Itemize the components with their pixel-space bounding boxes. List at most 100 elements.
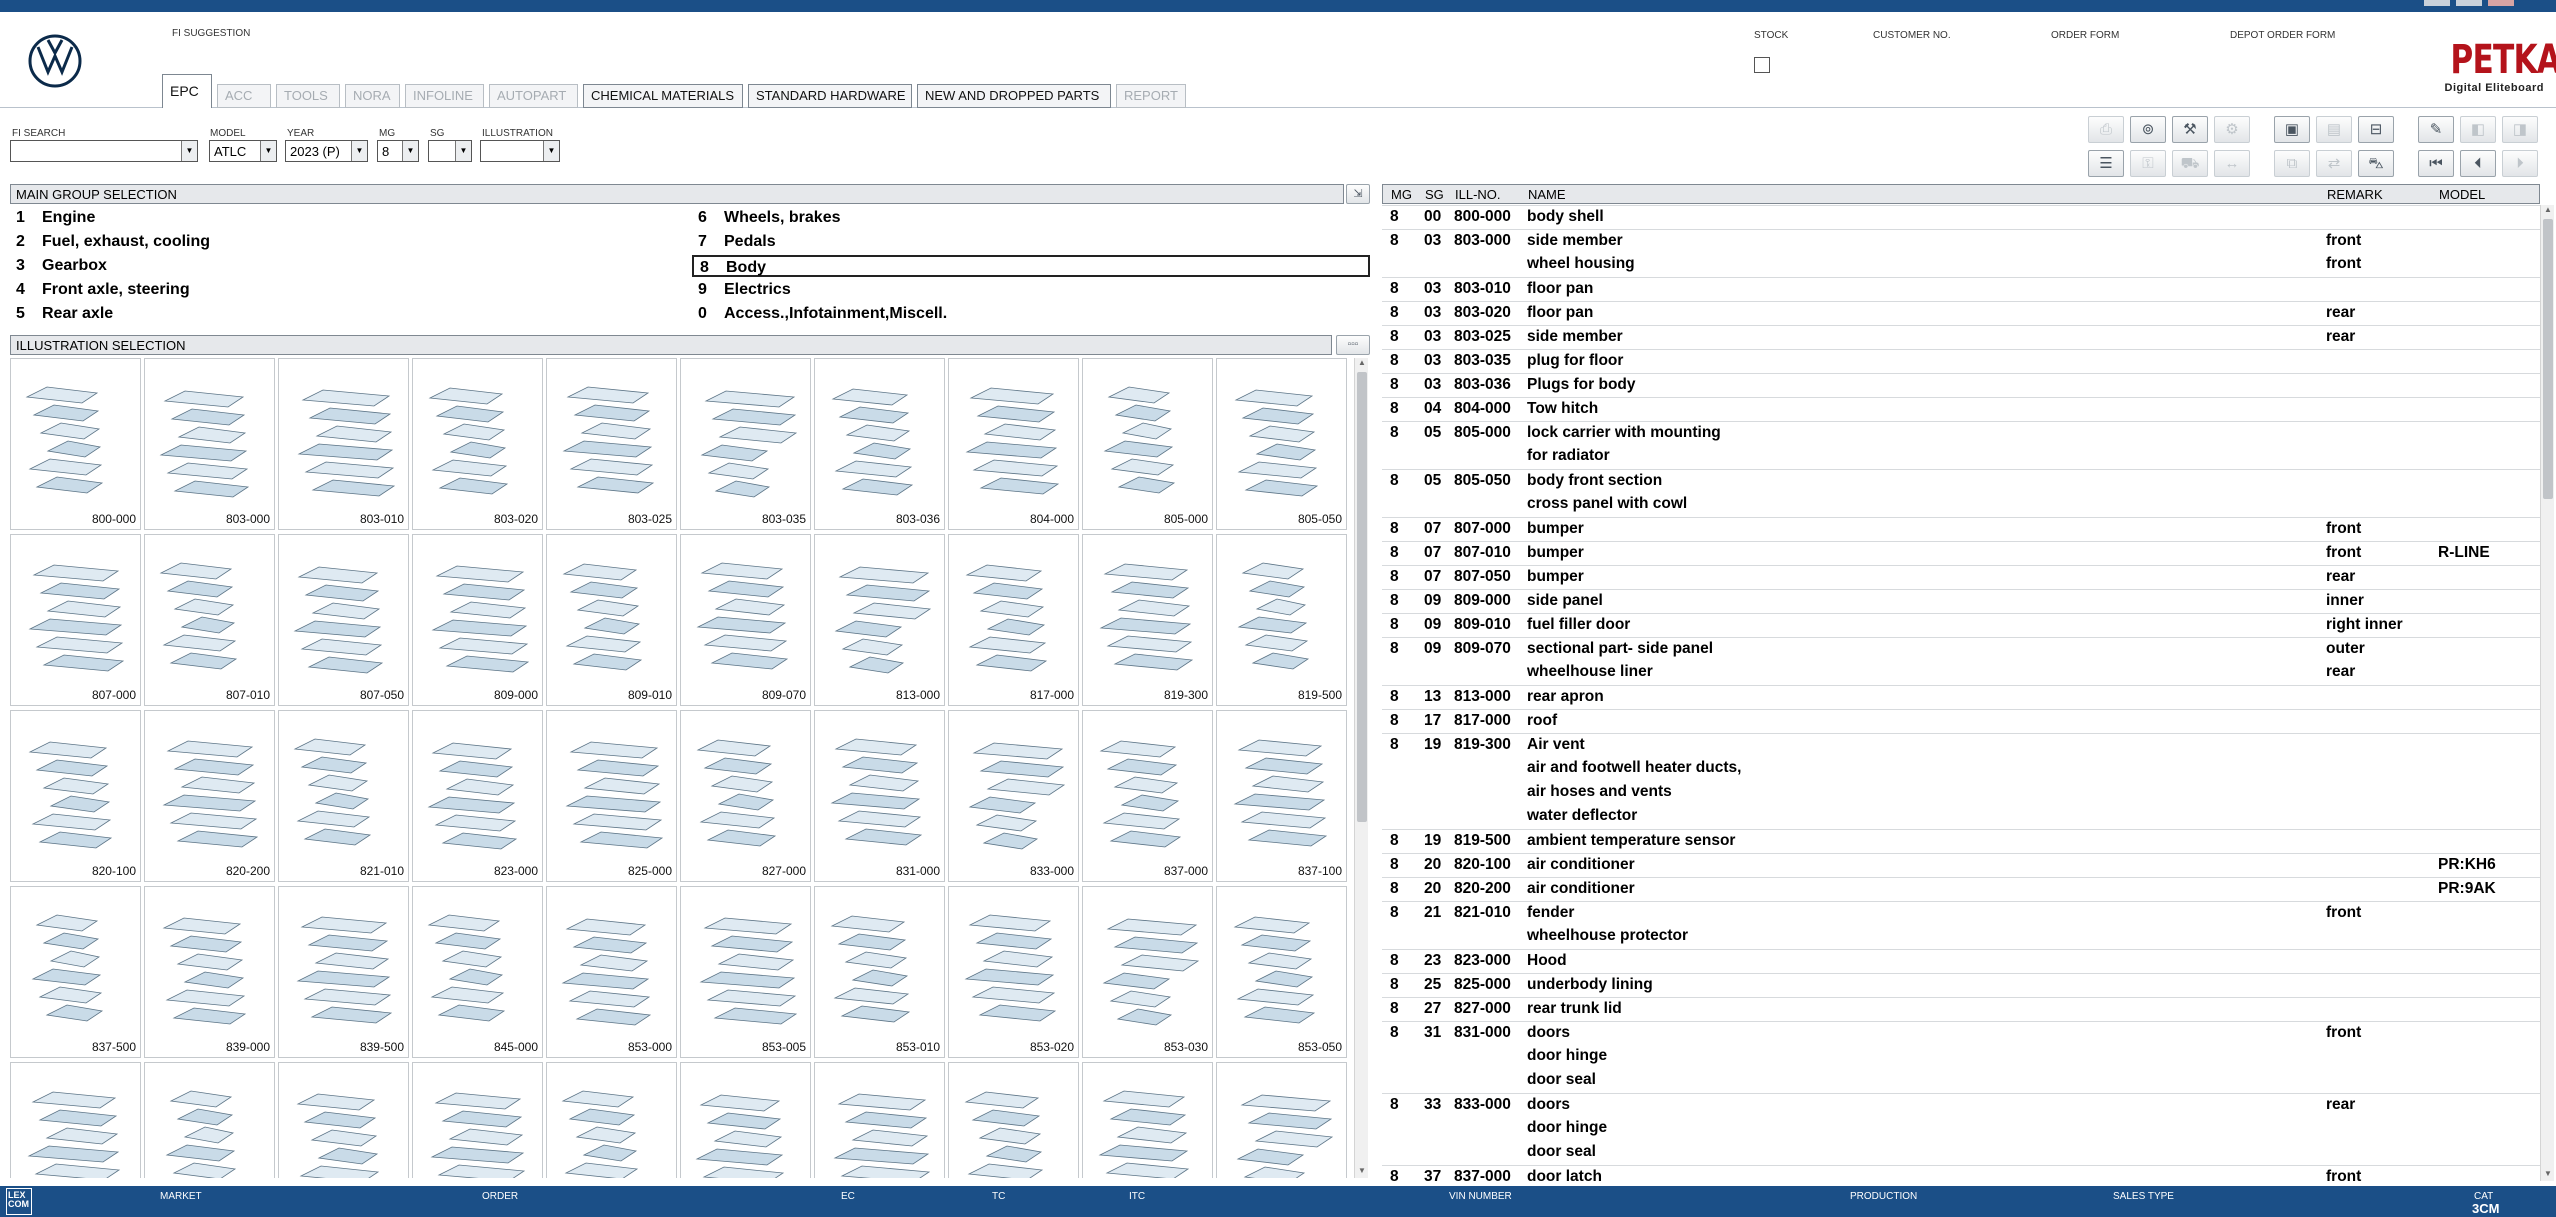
chevron-down-icon[interactable]: ▼	[455, 141, 471, 161]
illustration-thumbnail[interactable]: 819-300	[1082, 534, 1213, 706]
parts-table-row[interactable]: 8 27 827-000 rear trunk lid	[1382, 997, 2540, 1021]
parts-table-row[interactable]: wheelhouse protector	[1382, 925, 2540, 949]
main-group-item[interactable]: 3 Gearbox	[10, 255, 692, 277]
parts-table-row[interactable]: 8 03 803-025 side member rear	[1382, 325, 2540, 349]
col-name[interactable]: NAME	[1528, 187, 1566, 202]
col-ill-no[interactable]: ILL-NO.	[1455, 187, 1501, 202]
tab-epc[interactable]: EPC	[162, 74, 212, 108]
chevron-down-icon[interactable]: ▼	[351, 141, 367, 161]
first-record-icon[interactable]: ⏮	[2418, 150, 2454, 177]
illustration-thumbnail[interactable]	[278, 1062, 409, 1178]
pin-icon[interactable]: ✎	[2418, 116, 2454, 143]
illustration-thumbnail[interactable]: 845-000	[412, 886, 543, 1058]
tab-nora[interactable]: NORA	[345, 84, 400, 108]
mg-select[interactable]: 8 ▼	[377, 140, 419, 162]
illustration-thumbnail[interactable]: 809-070	[680, 534, 811, 706]
collapse-icon[interactable]: ⇲	[1346, 184, 1370, 204]
exchange-icon[interactable]: ⇄	[2316, 150, 2352, 177]
parts-table-row[interactable]: wheel housing front	[1382, 253, 2540, 277]
tab-acc[interactable]: ACC	[217, 84, 271, 108]
parts-table-row[interactable]: 8 00 800-000 body shell	[1382, 205, 2540, 229]
illustration-thumbnail[interactable]: 853-000	[546, 886, 677, 1058]
tab-infoline[interactable]: INFOLINE	[405, 84, 484, 108]
illustration-thumbnail[interactable]: 803-035	[680, 358, 811, 530]
illustration-thumbnail[interactable]	[1082, 1062, 1213, 1178]
parts-table-row[interactable]: 8 17 817-000 roof	[1382, 709, 2540, 733]
previous-record-icon[interactable]: ⏴	[2460, 150, 2496, 177]
depot-order-form-label[interactable]: DEPOT ORDER FORM	[2230, 30, 2335, 41]
parts-table-scrollbar[interactable]: ▲ ▼	[2540, 205, 2554, 1181]
parts-table-row[interactable]: 8 03 803-010 floor pan	[1382, 277, 2540, 301]
illustration-thumbnail[interactable]: 853-030	[1082, 886, 1213, 1058]
service-icon[interactable]: ⚙	[2214, 116, 2250, 143]
main-group-item[interactable]: 9 Electrics	[692, 279, 1370, 301]
elsa-icon[interactable]: ▣	[2274, 116, 2310, 143]
main-group-item[interactable]: 5 Rear axle	[10, 303, 692, 325]
vehicle-icon[interactable]: ⛟	[2172, 150, 2208, 177]
illustration-thumbnail[interactable]: 831-000	[814, 710, 945, 882]
illustration-thumbnail[interactable]: 853-020	[948, 886, 1079, 1058]
illustration-thumbnail[interactable]: 853-005	[680, 886, 811, 1058]
main-group-item[interactable]: 1 Engine	[10, 207, 692, 229]
tab-autopart[interactable]: AUTOPART	[489, 84, 578, 108]
parts-table-row[interactable]: 8 04 804-000 Tow hitch	[1382, 397, 2540, 421]
illustration-thumbnail[interactable]: 803-020	[412, 358, 543, 530]
parts-table-row[interactable]: 8 09 809-010 fuel filler door right inner	[1382, 613, 2540, 637]
illustration-scrollbar[interactable]: ▲ ▼	[1354, 358, 1368, 1178]
illustration-thumbnail[interactable]: 839-000	[144, 886, 275, 1058]
search-parts-icon[interactable]: ⊚	[2130, 116, 2166, 143]
parts-table-row[interactable]: air hoses and vents	[1382, 781, 2540, 805]
illustration-thumbnail[interactable]: 819-500	[1216, 534, 1347, 706]
tab-standard-hardware[interactable]: STANDARD HARDWARE	[748, 84, 912, 108]
col-model[interactable]: MODEL	[2439, 187, 2485, 202]
minimize-button[interactable]	[2424, 0, 2450, 6]
illustration-thumbnail[interactable]	[546, 1062, 677, 1178]
list-view-icon[interactable]: ☰	[2088, 150, 2124, 177]
tab-tools[interactable]: TOOLS	[276, 84, 340, 108]
parts-table-row[interactable]: door hinge	[1382, 1045, 2540, 1069]
illustration-thumbnail[interactable]: 809-000	[412, 534, 543, 706]
illustration-thumbnail[interactable]: 837-100	[1216, 710, 1347, 882]
illustration-thumbnail[interactable]: 820-100	[10, 710, 141, 882]
illustration-thumbnail[interactable]: 827-000	[680, 710, 811, 882]
parts-table-row[interactable]: 8 05 805-000 lock carrier with mounting	[1382, 421, 2540, 445]
illustration-thumbnail[interactable]: 803-010	[278, 358, 409, 530]
parts-table-row[interactable]: cross panel with cowl	[1382, 493, 2540, 517]
scroll-down-icon[interactable]: ▼	[2541, 1169, 2555, 1181]
illustration-thumbnail[interactable]: 821-010	[278, 710, 409, 882]
arrow-range-icon[interactable]: ↔	[2214, 150, 2250, 177]
parts-table-row[interactable]: 8 25 825-000 underbody lining	[1382, 973, 2540, 997]
scroll-down-icon[interactable]: ▼	[1355, 1166, 1369, 1178]
compare-icon[interactable]: ⧉	[2274, 150, 2310, 177]
illustration-thumbnail[interactable]: 807-000	[10, 534, 141, 706]
parts-table-row[interactable]: 8 09 809-070 sectional part- side panel oute…	[1382, 637, 2540, 661]
order-form-label[interactable]: ORDER FORM	[2051, 30, 2119, 41]
illustration-thumbnail[interactable]: 804-000	[948, 358, 1079, 530]
parts-table-row[interactable]: 8 07 807-000 bumper front	[1382, 517, 2540, 541]
sg-select[interactable]: ▼	[428, 140, 472, 162]
grid-view-icon[interactable]: ▫▫▫	[1336, 335, 1370, 355]
parts-table-row[interactable]: door seal	[1382, 1141, 2540, 1165]
parts-table-row[interactable]: 8 21 821-010 fender front	[1382, 901, 2540, 925]
chevron-down-icon[interactable]: ▼	[260, 141, 276, 161]
parts-table-row[interactable]: 8 07 807-050 bumper rear	[1382, 565, 2540, 589]
illustration-thumbnail[interactable]: 853-050	[1216, 886, 1347, 1058]
parts-table-row[interactable]: 8 19 819-300 Air vent	[1382, 733, 2540, 757]
parts-table-row[interactable]: 8 23 823-000 Hood	[1382, 949, 2540, 973]
illustration-thumbnail[interactable]	[412, 1062, 543, 1178]
parts-table-row[interactable]: air and footwell heater ducts,	[1382, 757, 2540, 781]
illustration-thumbnail[interactable]	[680, 1062, 811, 1178]
illustration-thumbnail[interactable]: 800-000	[10, 358, 141, 530]
next-record-icon[interactable]: ⏵	[2502, 150, 2538, 177]
parts-table-row[interactable]: 8 03 803-020 floor pan rear	[1382, 301, 2540, 325]
parts-table-row[interactable]: 8 13 813-000 rear apron	[1382, 685, 2540, 709]
illustration-thumbnail[interactable]: 837-000	[1082, 710, 1213, 882]
parts-table-row[interactable]: water deflector	[1382, 805, 2540, 829]
parts-table-row[interactable]: 8 05 805-050 body front section	[1382, 469, 2540, 493]
print-icon[interactable]: ⎙	[2088, 116, 2124, 143]
illustration-thumbnail[interactable]	[144, 1062, 275, 1178]
parts-table-row[interactable]: 8 07 807-010 bumper front R-LINE	[1382, 541, 2540, 565]
parts-table-row[interactable]: 8 03 803-000 side member front	[1382, 229, 2540, 253]
close-window-button[interactable]	[2488, 0, 2514, 6]
scroll-up-icon[interactable]: ▲	[2541, 205, 2555, 217]
